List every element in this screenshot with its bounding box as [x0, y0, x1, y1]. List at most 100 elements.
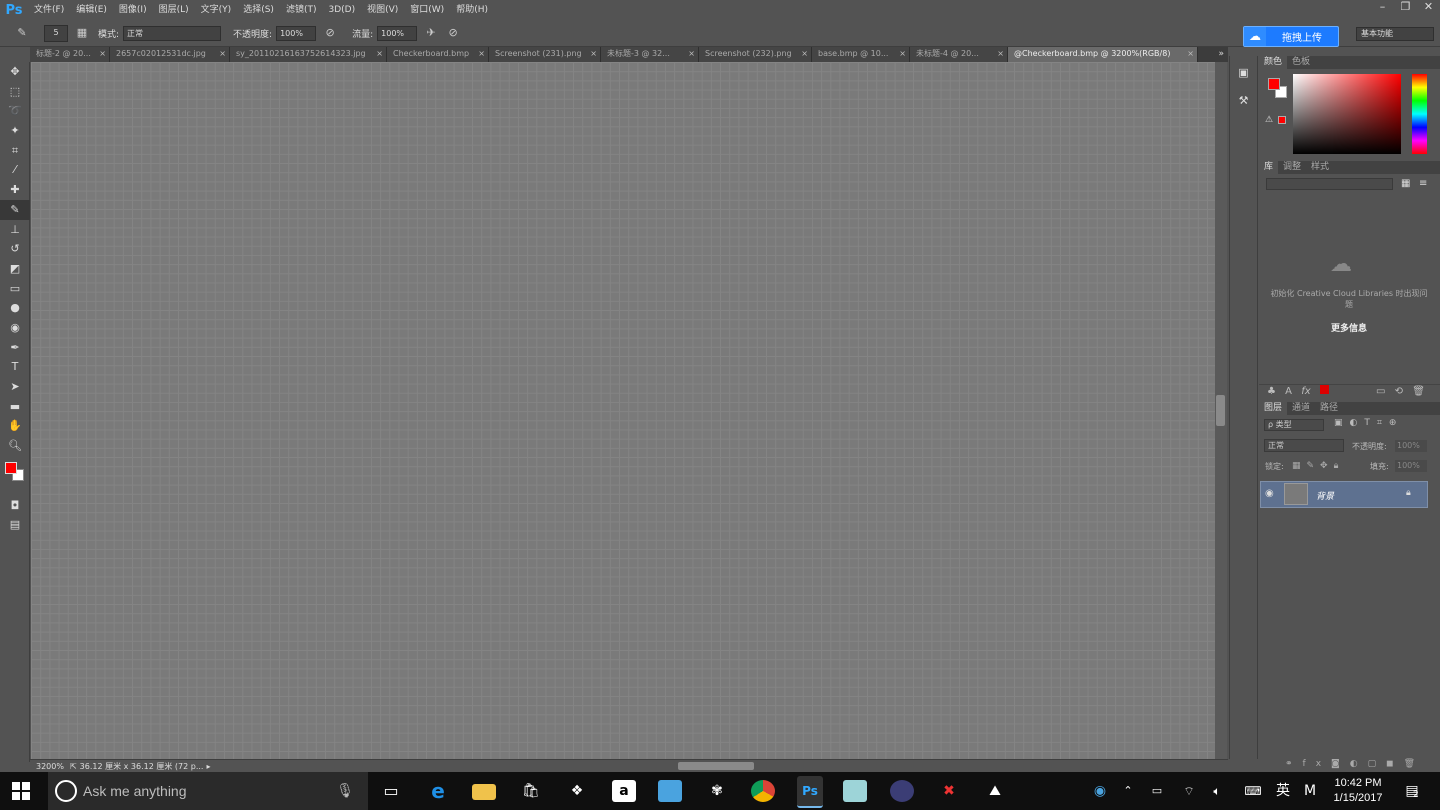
doc-tab[interactable]: Screenshot (232).png × [699, 47, 812, 62]
history-panel-icon[interactable]: ▣ [1230, 56, 1257, 80]
tab-close-icon[interactable]: × [899, 47, 906, 61]
status-menu-arrow-icon[interactable]: ▸ [206, 762, 210, 771]
add-fill-color-icon[interactable] [1319, 385, 1329, 394]
hand-tool-icon[interactable]: ✋ [0, 416, 30, 436]
microphone-icon[interactable]: 🎙︎ [336, 783, 354, 799]
stock-icon[interactable]: ▭ [1376, 386, 1385, 397]
pressure-opacity-icon[interactable]: ⊘ [322, 25, 338, 41]
doc-tab[interactable]: 2657c02012531dc.jpg × [110, 47, 230, 62]
tab-close-icon[interactable]: × [801, 47, 808, 61]
tab-close-icon[interactable]: × [688, 47, 695, 61]
menu-edit[interactable]: 编辑(E) [70, 0, 113, 20]
doc-tab[interactable]: base.bmp @ 10... × [812, 47, 910, 62]
menu-view[interactable]: 视图(V) [361, 0, 404, 20]
type-tool-icon[interactable]: T [0, 357, 30, 377]
menu-window[interactable]: 窗口(W) [404, 0, 450, 20]
brush-tool-icon[interactable]: ✎ [0, 199, 30, 220]
path-selection-tool-icon[interactable]: ➤ [0, 377, 30, 397]
tab-styles[interactable]: 样式 [1306, 161, 1334, 174]
tab-close-icon[interactable]: × [219, 47, 226, 61]
action-center-icon[interactable]: ▤ [1400, 780, 1424, 802]
lasso-tool-icon[interactable]: ➰ [0, 101, 30, 121]
tab-layers[interactable]: 图层 [1259, 402, 1288, 415]
tab-close-icon[interactable]: × [590, 47, 597, 61]
notes-icon[interactable] [843, 780, 867, 802]
flow-field[interactable]: 100% [377, 25, 418, 41]
menu-help[interactable]: 帮助(H) [450, 0, 494, 20]
brush-tool-preset-icon[interactable]: ✎ [14, 25, 30, 41]
restore-button[interactable]: ❐ [1394, 0, 1417, 16]
file-explorer-icon[interactable] [472, 784, 496, 800]
photos-icon[interactable] [658, 780, 682, 802]
tab-close-icon[interactable]: × [1187, 47, 1194, 61]
quick-mask-icon[interactable]: ◘ [0, 496, 30, 516]
properties-panel-icon[interactable]: ⚒ [1230, 80, 1257, 107]
doc-tab[interactable]: sy_20110216163752614323.jpg × [230, 47, 387, 62]
export-icon[interactable]: ⇱ [70, 762, 77, 771]
tab-color[interactable]: 颜色 [1259, 56, 1288, 69]
vertical-scroll-thumb[interactable] [1216, 395, 1225, 426]
tray-app-icon[interactable]: ◉ [1088, 780, 1112, 802]
tab-close-icon[interactable]: × [997, 47, 1004, 61]
doc-tab[interactable]: 未标题-4 @ 20... × [910, 47, 1008, 62]
menu-type[interactable]: 文字(Y) [195, 0, 238, 20]
list-view-icon[interactable]: ≡ [1419, 178, 1427, 189]
brush-panel-toggle-icon[interactable]: ▦ [74, 25, 90, 41]
tab-channels[interactable]: 通道 [1287, 402, 1315, 415]
add-layer-style-icon[interactable]: fx [1301, 386, 1310, 397]
doc-tab[interactable]: Screenshot (231).png × [489, 47, 601, 62]
panel-foreground-swatch[interactable] [1268, 78, 1280, 90]
foreground-color-swatch[interactable] [5, 461, 17, 474]
tab-overflow-icon[interactable]: » [1198, 47, 1228, 62]
marquee-tool-icon[interactable]: ⬚ [0, 82, 30, 102]
menu-select[interactable]: 选择(S) [237, 0, 280, 20]
color-picker-field[interactable] [1293, 74, 1401, 154]
start-windows-icon[interactable] [12, 782, 30, 800]
mode-select[interactable]: 正常 [123, 25, 222, 41]
photoshop-taskbar-icon[interactable]: Ps [797, 776, 823, 808]
web-safe-color-swatch[interactable] [1278, 116, 1286, 124]
zoom-level[interactable]: 3200% [36, 762, 64, 771]
layer-name[interactable]: 背景 [1316, 489, 1334, 502]
doc-tab[interactable]: 未标题-3 @ 32... × [601, 47, 699, 62]
blur-tool-icon[interactable]: ● [0, 298, 30, 318]
dodge-tool-icon[interactable]: ◉ [0, 318, 30, 338]
cortana-search-box[interactable]: Ask me anything 🎙︎ [48, 772, 368, 810]
volume-icon[interactable]: 🔈︎ [1208, 780, 1226, 802]
doc-tab-active[interactable]: @Checkerboard.bmp @ 3200%(RGB/8) × [1008, 47, 1198, 62]
shape-tool-icon[interactable]: ▬ [0, 397, 30, 417]
workspace-select[interactable]: 基本功能 [1356, 27, 1434, 41]
menu-file[interactable]: 文件(F) [28, 0, 70, 20]
document-canvas[interactable] [31, 62, 1215, 759]
pressure-size-icon[interactable]: ⊘ [445, 25, 461, 41]
tab-close-icon[interactable]: × [478, 47, 485, 61]
close-button[interactable]: ✕ [1417, 0, 1440, 16]
eraser-tool-icon[interactable]: ◩ [0, 259, 30, 279]
tray-chevron-icon[interactable]: ⌃ [1120, 780, 1136, 802]
magic-wand-tool-icon[interactable]: ✦ [0, 121, 30, 141]
dropbox-icon[interactable]: ❖ [565, 780, 589, 802]
minimize-button[interactable]: – [1371, 0, 1394, 16]
hue-slider[interactable] [1412, 74, 1427, 154]
pen-tool-icon[interactable]: ✒ [0, 338, 30, 358]
blend-mode-select[interactable]: 正常 [1264, 439, 1344, 452]
healing-brush-tool-icon[interactable]: ✚ [0, 180, 30, 200]
keyboard-icon[interactable]: ⌨ [1240, 780, 1266, 802]
menu-layer[interactable]: 图层(L) [153, 0, 195, 20]
app-icon[interactable]: ✾ [705, 780, 729, 802]
tab-close-icon[interactable]: × [99, 47, 106, 61]
edge-icon[interactable]: e [426, 780, 450, 802]
tab-swatches[interactable]: 色板 [1287, 56, 1315, 69]
fill-field[interactable]: 100% [1395, 460, 1427, 472]
zoom-tool-icon[interactable]: 🔍︎ [0, 436, 30, 456]
horizontal-scroll-thumb[interactable] [678, 762, 754, 770]
library-select[interactable] [1266, 178, 1393, 190]
menu-3d[interactable]: 3D(D) [322, 0, 361, 20]
battery-icon[interactable]: ▭ [1148, 780, 1166, 802]
move-tool-icon[interactable]: ✥ [0, 62, 30, 82]
visibility-eye-icon[interactable]: ◉ [1265, 488, 1274, 499]
library-more-info-link[interactable]: 更多信息 [1290, 321, 1408, 334]
doc-tab[interactable]: Checkerboard.bmp × [387, 47, 489, 62]
system-clock[interactable]: 10:42 PM 1/15/2017 [1326, 776, 1390, 806]
amazon-icon[interactable]: a [612, 780, 636, 802]
